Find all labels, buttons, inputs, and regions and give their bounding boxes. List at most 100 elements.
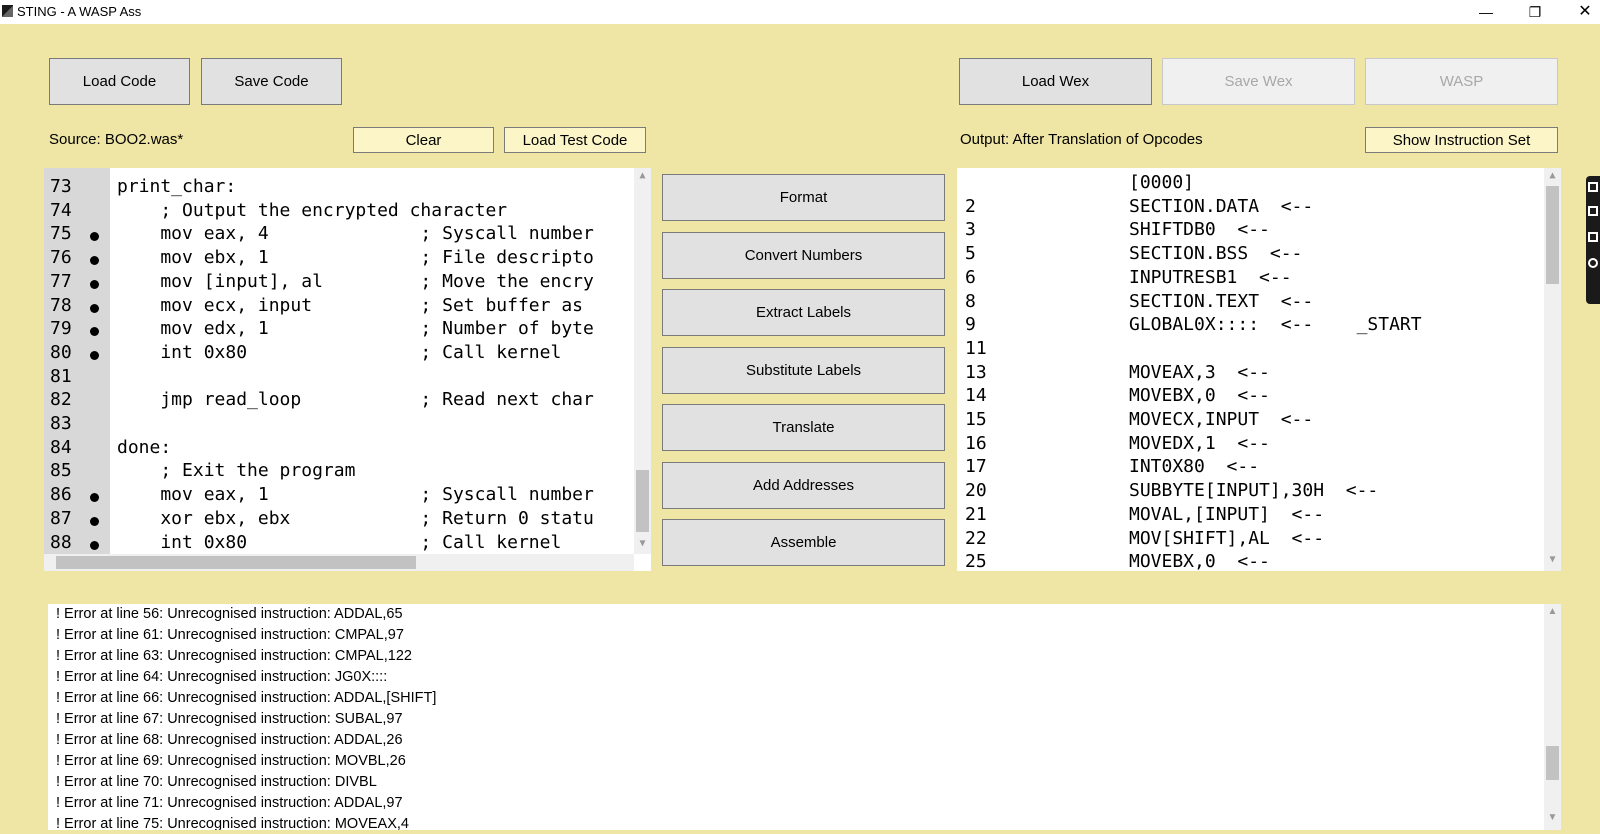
scroll-down-arrow-icon[interactable]: ▼ — [1544, 554, 1561, 565]
line-number: 73 — [50, 176, 72, 197]
output-line-number: 15 — [965, 409, 987, 430]
output-line-text: MOVAL,[INPUT] <-- — [1129, 503, 1325, 525]
substitute-labels-button[interactable]: Substitute Labels — [662, 346, 945, 394]
output-line-text: MOVEBX,0 <-- — [1129, 551, 1270, 571]
save-wex-button[interactable]: Save Wex — [1162, 58, 1355, 105]
link-icon[interactable] — [1588, 182, 1598, 192]
output-vscroll-thumb[interactable] — [1546, 186, 1559, 284]
code-text: mov ecx, input ; Set buffer as — [117, 294, 583, 316]
output-line-number: 16 — [965, 432, 987, 454]
breakpoint-dot-icon[interactable] — [90, 279, 99, 289]
scroll-up-arrow-icon[interactable]: ▲ — [1544, 606, 1561, 617]
code-text: mov edx, 1 ; Number of byte — [117, 318, 594, 340]
code-text: mov eax, 1 ; Syscall number — [117, 484, 594, 506]
breakpoint-dot-icon[interactable] — [90, 540, 99, 550]
output-line-text: SUBBYTE[INPUT],30H <-- — [1129, 480, 1379, 502]
convert-numbers-button[interactable]: Convert Numbers — [662, 231, 945, 279]
window-icon[interactable] — [1588, 206, 1598, 216]
assemble-button[interactable]: Assemble — [662, 519, 945, 566]
code-text: xor ebx, ebx ; Return 0 statu — [117, 507, 594, 529]
minimize-button[interactable]: — — [1473, 2, 1499, 22]
error-line: ! Error at line 66: Unrecognised instruc… — [56, 690, 437, 706]
line-number: 86 — [50, 484, 72, 506]
output-line-text: SECTION.TEXT <-- — [1129, 290, 1314, 312]
code-hscroll-thumb[interactable] — [56, 556, 416, 569]
output-line-number: 21 — [965, 503, 987, 525]
code-text: int 0x80 ; Call kernel — [117, 531, 562, 553]
code-text: jmp read_loop ; Read next char — [117, 389, 594, 411]
output-line-number: 20 — [965, 480, 987, 502]
code-text: print_char: — [117, 176, 237, 197]
error-line: ! Error at line 70: Unrecognised instruc… — [56, 774, 377, 790]
code-text: ; Exit the program — [117, 460, 356, 482]
breakpoint-dot-icon[interactable] — [90, 350, 99, 360]
output-label: Output: After Translation of Opcodes — [960, 131, 1203, 148]
output-line-number: 8 — [965, 290, 976, 312]
load-test-code-button[interactable]: Load Test Code — [504, 127, 646, 153]
line-number: 85 — [50, 460, 72, 482]
code-vertical-scrollbar[interactable]: ▲ ▼ — [634, 168, 651, 554]
output-line-text: MOVECX,INPUT <-- — [1129, 409, 1314, 430]
output-line-number: 3 — [965, 219, 976, 241]
error-log-panel[interactable]: ! Error at line 56: Unrecognised instruc… — [48, 604, 1561, 830]
add-addresses-button[interactable]: Add Addresses — [662, 461, 945, 509]
error-line: ! Error at line 61: Unrecognised instruc… — [56, 627, 404, 643]
output-line-text: SHIFTDB0 <-- — [1129, 219, 1270, 241]
line-number: 76 — [50, 247, 72, 269]
code-text: mov eax, 4 ; Syscall number — [117, 223, 594, 245]
line-number: 83 — [50, 413, 72, 434]
output-line-number: 25 — [965, 551, 987, 571]
close-button[interactable]: ✕ — [1572, 2, 1598, 22]
line-number: 75 — [50, 223, 72, 245]
scroll-down-arrow-icon[interactable]: ▼ — [1544, 812, 1561, 823]
output-line-text: SECTION.DATA <-- — [1129, 195, 1314, 217]
error-line: ! Error at line 75: Unrecognised instruc… — [56, 816, 409, 830]
copy-icon[interactable] — [1588, 232, 1598, 242]
output-line-number: 11 — [965, 337, 987, 359]
output-line-text: INPUTRESB1 <-- — [1129, 266, 1292, 288]
maximize-button[interactable]: ❐ — [1522, 2, 1548, 22]
error-line: ! Error at line 71: Unrecognised instruc… — [56, 795, 403, 811]
output-panel[interactable]: [0000] 2 SECTION.DATA <-- 3 SHIFTDB0 <-- 5 SEC… — [957, 168, 1561, 571]
output-line-number: 5 — [965, 243, 976, 265]
code-text: done: — [117, 436, 172, 458]
code-horizontal-scrollbar[interactable] — [44, 554, 634, 571]
scroll-down-arrow-icon[interactable]: ▼ — [634, 538, 651, 549]
breakpoint-dot-icon[interactable] — [90, 516, 99, 526]
error-log-scrollbar[interactable]: ▲ ▼ — [1544, 604, 1561, 830]
output-line-number: 6 — [965, 266, 976, 288]
gear-icon[interactable] — [1588, 258, 1598, 268]
output-line-number: 2 — [965, 195, 976, 217]
line-number: 88 — [50, 531, 72, 553]
show-instruction-set-button[interactable]: Show Instruction Set — [1365, 127, 1558, 153]
scroll-up-arrow-icon[interactable]: ▲ — [634, 170, 651, 181]
scroll-up-arrow-icon[interactable]: ▲ — [1544, 170, 1561, 181]
output-line-number: 13 — [965, 361, 987, 383]
output-line-number: 22 — [965, 527, 987, 549]
app-icon — [2, 5, 13, 17]
extract-labels-button[interactable]: Extract Labels — [662, 289, 945, 336]
error-log-scroll-thumb[interactable] — [1546, 746, 1559, 780]
line-number: 74 — [50, 199, 72, 221]
load-wex-button[interactable]: Load Wex — [959, 58, 1152, 105]
code-vscroll-thumb[interactable] — [636, 470, 649, 532]
source-code-editor[interactable]: 73 print_char: 74 ; Output the encrypted c… — [44, 168, 651, 571]
output-line-text: MOVEDX,1 <-- — [1129, 432, 1270, 454]
wasp-button[interactable]: WASP — [1365, 58, 1558, 105]
output-line-number: 9 — [965, 314, 976, 336]
error-line: ! Error at line 56: Unrecognised instruc… — [56, 606, 403, 622]
breakpoint-dot-icon[interactable] — [90, 303, 99, 313]
line-number: 80 — [50, 341, 72, 363]
line-number: 78 — [50, 294, 72, 316]
translate-button[interactable]: Translate — [662, 404, 945, 451]
output-vertical-scrollbar[interactable]: ▲ ▼ — [1544, 168, 1561, 571]
output-line-text: [0000] — [1129, 172, 1195, 193]
load-code-button[interactable]: Load Code — [49, 58, 190, 105]
format-button[interactable]: Format — [662, 174, 945, 221]
title-bar: STING - A WASP Ass — ❐ ✕ — [0, 0, 1600, 24]
clear-button[interactable]: Clear — [353, 127, 494, 153]
code-text: mov [input], al ; Move the encry — [117, 270, 594, 292]
output-line-text: INT0X80 <-- — [1129, 456, 1260, 478]
save-code-button[interactable]: Save Code — [201, 58, 342, 105]
side-toolbar-tab[interactable] — [1586, 176, 1600, 304]
